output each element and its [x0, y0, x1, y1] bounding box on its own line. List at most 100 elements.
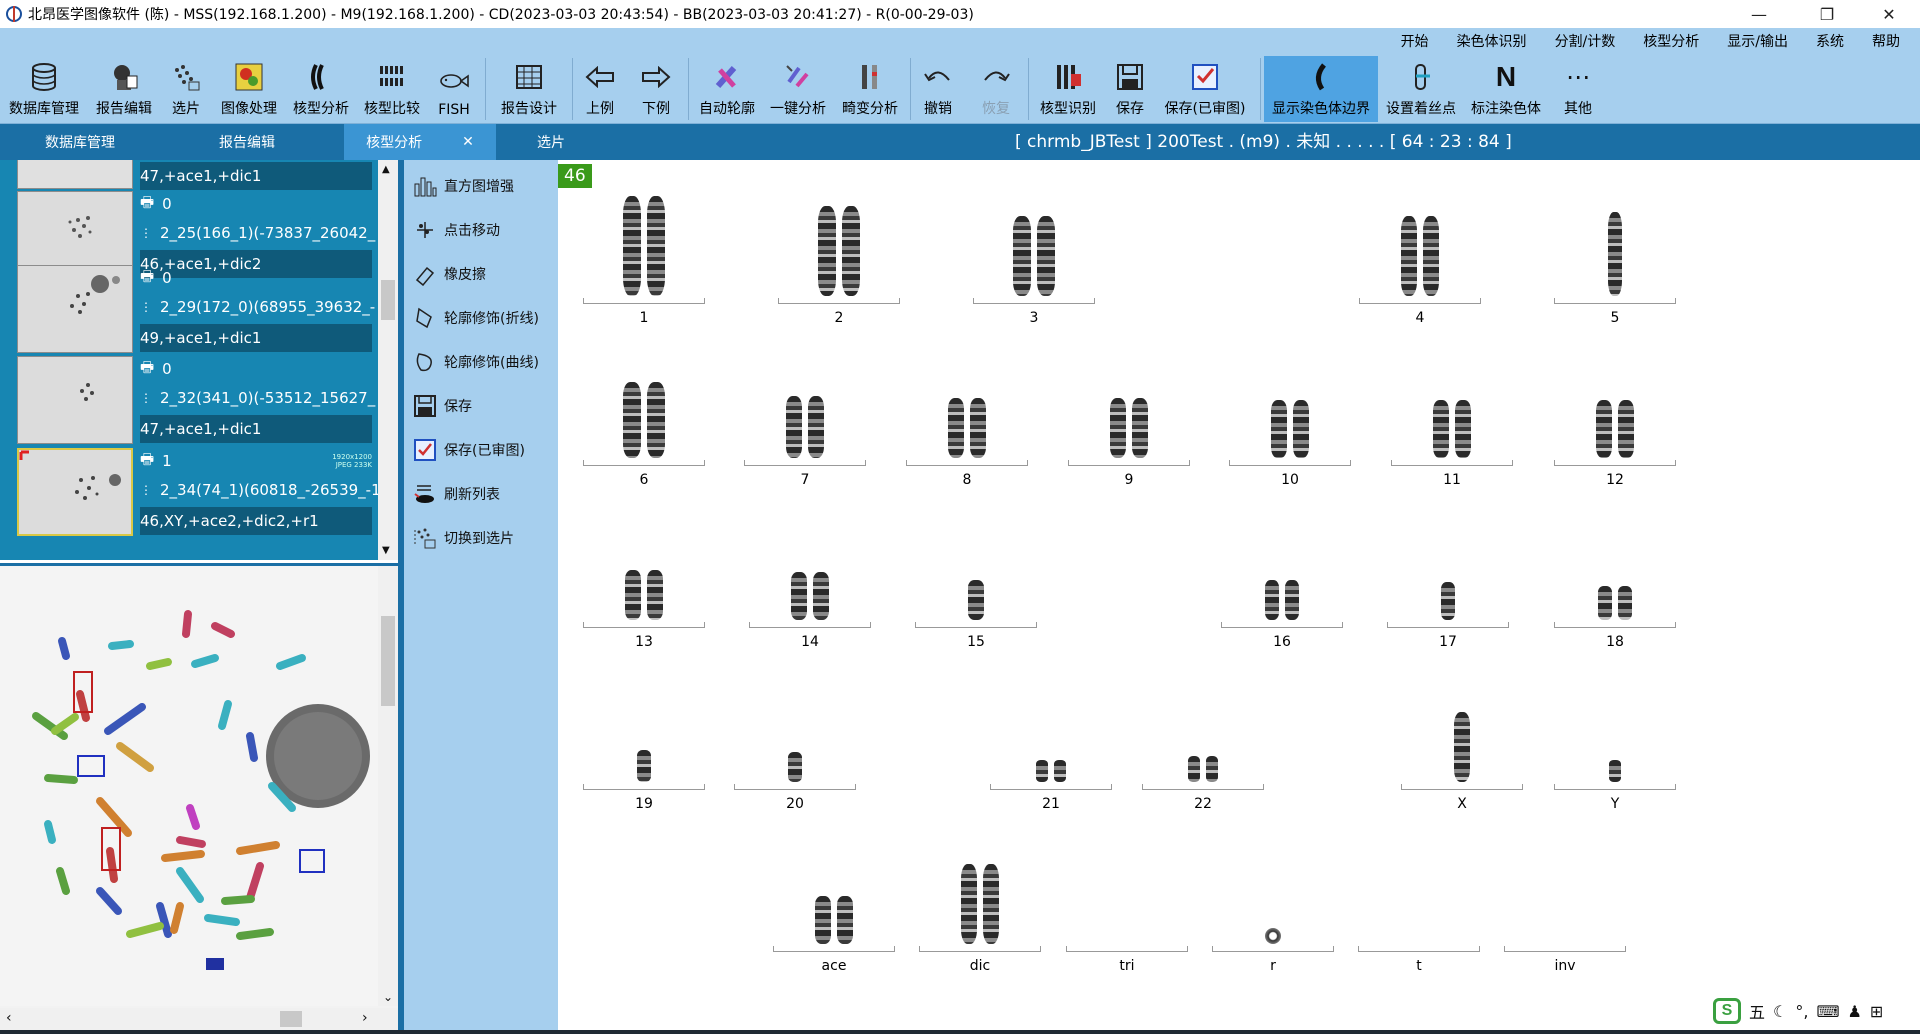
karyogram-slot-7[interactable]: 7	[744, 332, 866, 492]
save-reviewed-button[interactable]: 保存(已审图)	[1160, 56, 1250, 122]
eraser-button[interactable]: 橡皮擦	[412, 258, 486, 290]
menu-start[interactable]: 开始	[1387, 31, 1443, 51]
chromosome-image[interactable]	[647, 196, 665, 296]
karyogram-slot-X[interactable]: X	[1401, 656, 1523, 816]
chromosome-image[interactable]	[1608, 212, 1622, 296]
chromosome-image[interactable]	[647, 382, 665, 458]
tab-karyotype-analysis[interactable]: 核型分析 ✕	[344, 124, 496, 160]
karyogram-slot-21[interactable]: 21	[990, 656, 1112, 816]
contour-polyline-button[interactable]: 轮廓修饰(折线)	[412, 302, 539, 334]
chromosome-image[interactable]	[813, 572, 829, 620]
chromosome-image[interactable]	[1609, 760, 1621, 782]
image-process-button[interactable]: 图像处理	[214, 56, 284, 122]
chromosome-image[interactable]	[1454, 712, 1470, 782]
save-button[interactable]: 保存	[1108, 56, 1152, 122]
thumbnail-image[interactable]	[17, 448, 133, 536]
chromosome-image[interactable]	[623, 382, 641, 458]
report-edit-button[interactable]: 报告编辑	[88, 56, 160, 122]
karyogram-slot-12[interactable]: 12	[1554, 332, 1676, 492]
database-button[interactable]: 数据库管理	[4, 56, 84, 122]
chromosome-image[interactable]	[948, 398, 964, 458]
metaphase-image[interactable]	[0, 566, 378, 1006]
keyboard-icon[interactable]: ⌨	[1816, 1002, 1839, 1021]
chromosome-image[interactable]	[1441, 582, 1455, 620]
close-icon[interactable]: ✕	[1866, 0, 1912, 28]
scroll-right-icon[interactable]: ›	[362, 1010, 368, 1026]
user-icon[interactable]: ♟	[1848, 1002, 1862, 1021]
chromosome-image[interactable]	[1433, 400, 1449, 458]
tab-close-icon[interactable]: ✕	[462, 134, 474, 150]
chromosome-image[interactable]	[1037, 216, 1055, 296]
karyogram-slot-ace[interactable]: ace	[773, 818, 895, 978]
chromosome-image[interactable]	[1293, 400, 1309, 458]
chromosome-image[interactable]	[1423, 216, 1439, 296]
karyogram-slot-2[interactable]: 2	[778, 170, 900, 330]
chromosome-image[interactable]	[1455, 400, 1471, 458]
karyo-compare-button[interactable]: 核型比较	[358, 56, 426, 122]
menu-system[interactable]: 系统	[1802, 31, 1858, 51]
chromosome-image[interactable]	[1013, 216, 1031, 296]
chromosome-image[interactable]	[815, 896, 831, 944]
chromosome-image[interactable]	[1618, 586, 1632, 620]
karyogram-slot-20[interactable]: 20	[734, 656, 856, 816]
tab-select-slide[interactable]: 选片	[496, 124, 606, 160]
next-case-button[interactable]: 下例	[636, 56, 676, 122]
ime-logo-icon[interactable]: S	[1713, 998, 1741, 1024]
karyogram-slot-inv[interactable]: inv	[1504, 818, 1626, 978]
karyogram-slot-tri[interactable]: tri	[1066, 818, 1188, 978]
menu-display-output[interactable]: 显示/输出	[1713, 31, 1802, 51]
list-item[interactable]: 🖶 0 ⋮ 2_29(172_0)(68955_39632_- 49,+ace1,+…	[0, 264, 398, 356]
scroll-down-icon[interactable]: ⌄	[383, 990, 393, 1004]
thumbnail-image[interactable]	[17, 356, 133, 444]
chromosome-image[interactable]	[623, 196, 641, 296]
list-item-selected[interactable]: 🖶 1 1920x1200 JPEG 233K ⋮ 2_34(74_1)(60818_…	[0, 447, 398, 539]
karyogram-slot-1[interactable]: 1	[583, 170, 705, 330]
karyogram-slot-13[interactable]: 13	[583, 494, 705, 654]
chromosome-image[interactable]	[1036, 760, 1048, 782]
aberration-analysis-button[interactable]: 畸变分析	[836, 56, 904, 122]
menu-chromosome-recognition[interactable]: 染色体识别	[1443, 31, 1541, 51]
karyogram-slot-22[interactable]: 22	[1142, 656, 1264, 816]
restore-icon[interactable]: ❐	[1804, 0, 1850, 28]
chromosome-image[interactable]	[1618, 400, 1634, 458]
chromosome-image[interactable]	[970, 398, 986, 458]
fish-button[interactable]: FISH	[432, 56, 476, 122]
chromosome-image[interactable]	[1054, 760, 1066, 782]
auto-contour-button[interactable]: 自动轮廓	[694, 56, 760, 122]
punct-icon[interactable]: °,	[1795, 1002, 1808, 1021]
refresh-list-button[interactable]: 刷新列表	[412, 478, 500, 510]
show-boundary-button[interactable]: 显示染色体边界	[1264, 56, 1378, 122]
histogram-enhance-button[interactable]: 直方图增强	[412, 170, 514, 202]
grid-icon[interactable]: ⊞	[1870, 1002, 1883, 1021]
karyogram-slot-11[interactable]: 11	[1391, 332, 1513, 492]
chromosome-image[interactable]	[808, 396, 824, 458]
metaphase-view[interactable]: 46	[0, 563, 398, 1013]
karyotype-analysis-button[interactable]: 核型分析	[288, 56, 354, 122]
thumbnail-image[interactable]	[17, 265, 133, 353]
switch-to-select-button[interactable]: 切换到选片	[412, 522, 514, 554]
undo-button[interactable]: 撤销	[918, 56, 958, 122]
chromosome-image[interactable]	[1596, 400, 1612, 458]
chromosome-image[interactable]	[647, 570, 663, 620]
chromosome-image[interactable]	[1285, 580, 1299, 620]
chromosome-image[interactable]	[788, 752, 802, 782]
karyogram-slot-8[interactable]: 8	[906, 332, 1028, 492]
karyogram-slot-9[interactable]: 9	[1068, 332, 1190, 492]
metaphase-vscrollbar[interactable]: ⌄	[378, 566, 398, 1006]
karyogram-view[interactable]: 46 1 2 3 4 5 6 7 8 9 10 11 12 13 14 15 16 17 18 19 20 21 22 X Y…	[558, 160, 1920, 1030]
scroll-left-icon[interactable]: ‹	[6, 1010, 12, 1026]
chromosome-image[interactable]	[1110, 398, 1126, 458]
chromosome-image[interactable]	[1132, 398, 1148, 458]
karyogram-slot-15[interactable]: 15	[915, 494, 1037, 654]
chromosome-image[interactable]	[1265, 928, 1281, 944]
chromosome-image[interactable]	[1206, 756, 1218, 782]
chromosome-image[interactable]	[1265, 580, 1279, 620]
redo-button[interactable]: 恢复	[976, 56, 1016, 122]
chromosome-image[interactable]	[1188, 756, 1200, 782]
chromosome-image[interactable]	[983, 864, 999, 944]
thumbnail-image[interactable]	[17, 160, 133, 189]
more-button[interactable]: ⋯ 其他	[1558, 56, 1598, 122]
chromosome-image[interactable]	[818, 206, 836, 296]
karyogram-slot-14[interactable]: 14	[749, 494, 871, 654]
chromosome-image[interactable]	[968, 580, 984, 620]
